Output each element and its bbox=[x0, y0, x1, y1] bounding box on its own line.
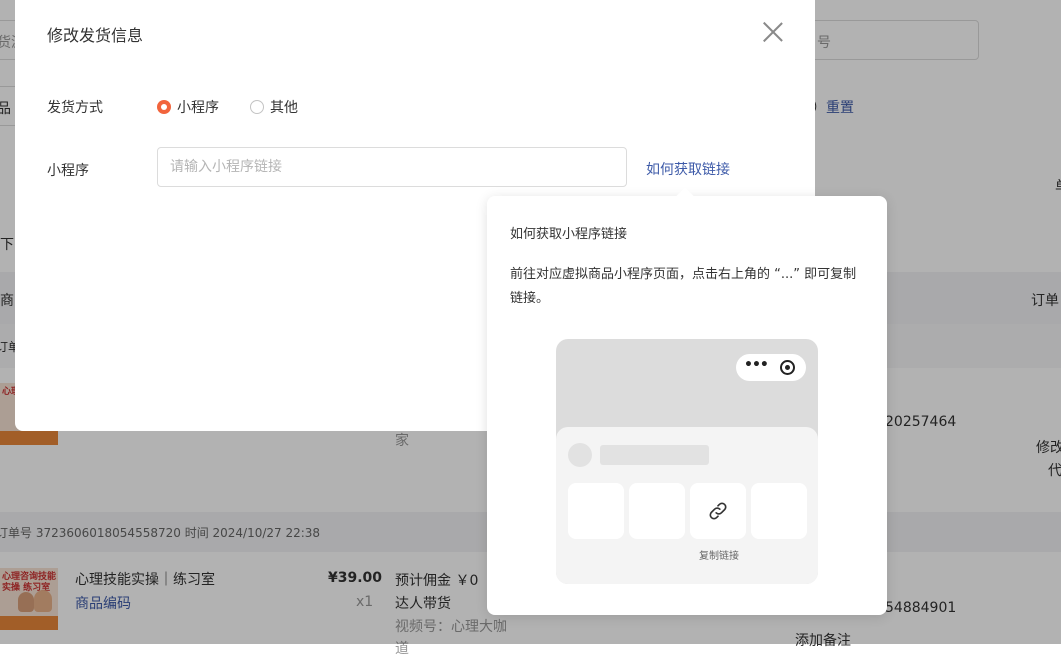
radio-miniprogram[interactable]: 小程序 bbox=[157, 97, 219, 117]
radio-other[interactable]: 其他 bbox=[250, 97, 298, 117]
sheet-tile bbox=[568, 483, 624, 539]
help-popover: 如何获取小程序链接 前往对应虚拟商品小程序页面，点击右上角的 “...” 即可复… bbox=[487, 187, 887, 615]
how-to-get-link[interactable]: 如何获取链接 bbox=[646, 159, 730, 179]
phone-illustration: ••• 复制链接 bbox=[556, 339, 818, 584]
shipping-method-label: 发货方式 bbox=[47, 100, 103, 116]
radio-label: 小程序 bbox=[177, 100, 219, 116]
radio-label: 其他 bbox=[270, 100, 298, 116]
popover-title: 如何获取小程序链接 bbox=[510, 227, 628, 242]
link-icon bbox=[709, 502, 727, 520]
name-placeholder bbox=[600, 445, 709, 465]
share-sheet: 复制链接 bbox=[556, 427, 818, 584]
sheet-tile bbox=[629, 483, 685, 539]
popover-description: 前往对应虚拟商品小程序页面，点击右上角的 “...” 即可复制链接。 bbox=[510, 267, 857, 306]
radio-unchecked-icon bbox=[250, 100, 264, 114]
miniprogram-link-input[interactable] bbox=[157, 147, 627, 187]
close-target-icon bbox=[780, 360, 795, 375]
close-icon[interactable] bbox=[763, 22, 783, 42]
sheet-tile bbox=[751, 483, 807, 539]
more-icon: ••• bbox=[744, 357, 769, 373]
radio-checked-icon bbox=[157, 100, 171, 114]
avatar-placeholder bbox=[568, 443, 592, 467]
copy-link-label: 复制链接 bbox=[699, 551, 739, 562]
miniprogram-label: 小程序 bbox=[47, 163, 89, 179]
dialog-title: 修改发货信息 bbox=[47, 26, 144, 45]
miniprogram-capsule: ••• bbox=[736, 354, 806, 381]
copy-link-tile bbox=[690, 483, 746, 539]
